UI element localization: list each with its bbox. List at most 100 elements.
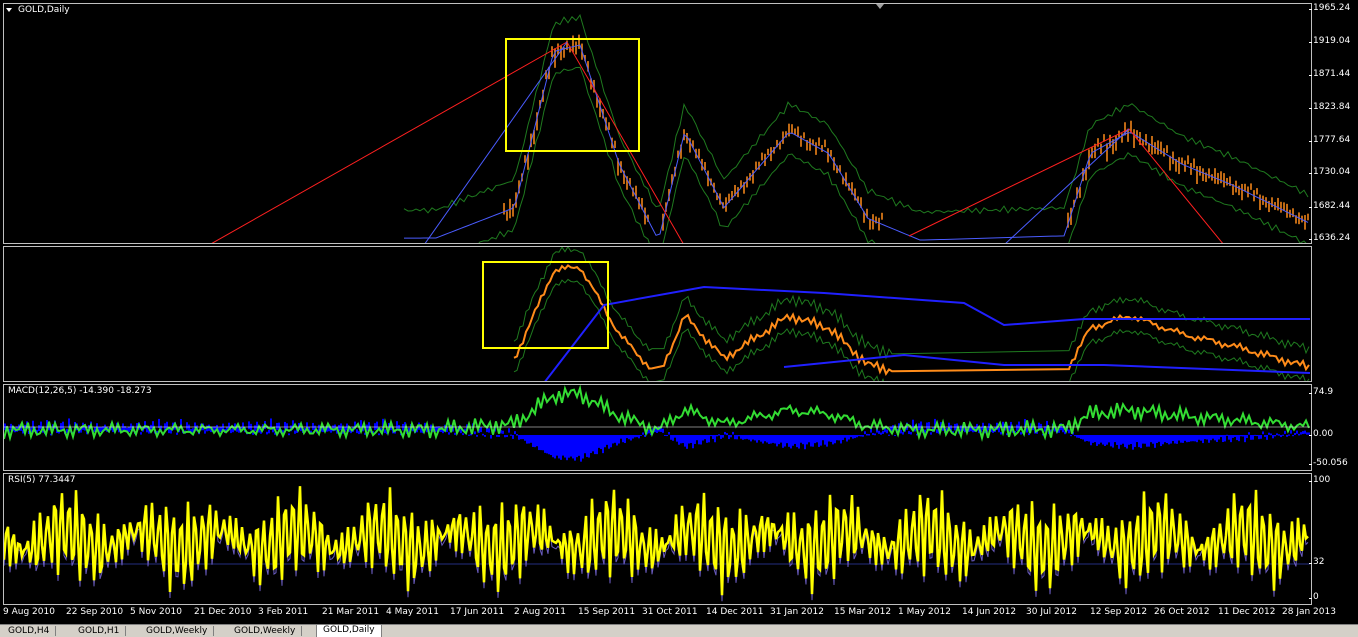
macd-histogram-bar [766,435,768,443]
macd-histogram-bar [762,435,764,444]
macd-histogram-bar [814,435,816,444]
macd-histogram-bar [1186,435,1188,443]
macd-histogram-bar [1192,435,1194,442]
macd-histogram-bar [584,435,586,454]
macd-histogram-bar [742,435,744,440]
rsi-label: RSI(5) 77.3447 [8,475,76,485]
macd-tick: 0.00 [1308,429,1334,439]
macd-histogram-bar [832,435,834,445]
macd-histogram-bar [734,435,736,440]
macd-histogram-bar [1154,435,1156,448]
macd-histogram-bar [358,431,360,435]
macd-histogram-bar [1140,435,1142,449]
rsi-pane[interactable]: RSI(5) 77.3447 [3,473,1312,605]
macd-histogram-bar [1116,435,1118,445]
rsi-scale[interactable]: 100 32 0 [1308,473,1358,605]
macd-histogram-bar [520,435,522,440]
macd-histogram-bar [1234,435,1236,437]
macd-histogram-bar [784,435,786,447]
trend-line-2 [1005,128,1130,243]
macd-histogram-bar [1090,435,1092,446]
macd-histogram-bar [1160,435,1162,447]
macd-pane[interactable]: MACD(12,26,5) -14.390 -18.273 [3,384,1312,471]
chart-shift-marker-icon[interactable] [876,4,884,9]
time-tick: 21 Dec 2010 [194,607,252,617]
macd-histogram-bar [1138,435,1140,448]
macd-histogram-bar [1214,435,1216,441]
macd-histogram-bar [802,435,804,445]
macd-histogram-bar [616,435,618,446]
macd-histogram-bar [1274,435,1276,437]
macd-histogram-bar [1226,434,1228,436]
macd-histogram-bar [1266,435,1268,440]
macd-histogram-bar [556,435,558,456]
time-axis[interactable]: 9 Aug 2010 22 Sep 2010 5 Nov 2010 21 Dec… [0,605,1336,619]
macd-histogram-bar [672,435,674,441]
macd-histogram-bar [566,435,568,461]
macd-histogram-bar [718,434,720,436]
macd-histogram-bar [758,435,760,441]
macd-histogram-bar [454,432,456,435]
macd-histogram-bar [726,433,728,436]
macd-histogram-bar [598,435,600,448]
macd-histogram-bar [774,435,776,444]
macd-histogram-bar [1148,435,1150,447]
macd-histogram-bar [746,435,748,439]
main-price-scale[interactable]: 1965.24 1919.04 1871.44 1823.84 1777.64 … [1308,3,1358,244]
macd-histogram-bar [724,431,726,435]
macd-histogram-bar [1130,435,1132,445]
macd-histogram-bar [1168,435,1170,445]
macd-histogram-bar [866,433,868,436]
macd-histogram-bar [880,432,882,435]
macd-histogram-bar [858,435,860,437]
macd-histogram-bar [1264,435,1266,437]
macd-histogram-bar [270,418,272,428]
time-tick: 5 Nov 2010 [130,607,182,617]
macd-histogram-bar [534,435,536,448]
macd-histogram-bar [1290,430,1292,434]
macd-histogram-bar [146,427,148,433]
tab-gold-daily[interactable]: GOLD,Daily [316,624,382,637]
macd-histogram-bar [1128,435,1130,445]
main-price-pane[interactable]: GOLD,Daily [3,3,1312,244]
price-tick: 1871.44 [1308,69,1351,79]
macd-histogram-bar [1096,435,1098,446]
macd-histogram-bar [1206,435,1208,440]
macd-histogram-bar [536,435,538,447]
macd-histogram-bar [1210,435,1212,441]
macd-histogram-bar [1108,435,1110,443]
chart-menu-arrow-icon[interactable] [6,8,12,12]
macd-histogram-bar [1118,435,1120,449]
chart-window[interactable]: GOLD,Daily MACD(12,26,5) -14.390 -18.273… [0,0,1358,624]
time-tick: 31 Jan 2012 [770,607,824,617]
macd-histogram-bar [590,435,592,454]
macd-histogram-bar [606,435,608,445]
macd-histogram-bar [1190,435,1192,442]
macd-histogram-bar [874,433,876,436]
macd-histogram-bar [610,435,612,448]
macd-histogram-bar [1196,435,1198,443]
macd-histogram-bar [752,435,754,440]
macd-scale[interactable]: 74.9 0.00 -50.056 [1308,384,1358,471]
macd-histogram-bar [772,435,774,443]
macd-histogram-bar [546,435,548,454]
macd-histogram-bar [604,435,606,448]
macd-histogram-bar [1240,435,1242,437]
macd-histogram-bar [706,435,708,443]
highlight-box-indicator [482,261,609,349]
macd-histogram-bar [1292,435,1294,437]
macd-histogram-bar [1152,435,1154,444]
macd-histogram-bar [38,425,40,432]
macd-histogram-bar [1074,435,1076,437]
macd-histogram-bar [476,435,478,437]
macd-histogram-bar [1184,435,1186,441]
indicator-pane[interactable] [3,246,1312,382]
macd-histogram-bar [1276,433,1278,436]
price-tick: 1682.44 [1308,201,1351,211]
macd-histogram-bar [554,435,556,459]
macd-histogram-bar [1288,434,1290,436]
macd-histogram-bar [796,435,798,448]
macd-histogram-bar [288,433,290,436]
macd-histogram-bar [1174,435,1176,444]
macd-histogram-bar [830,435,832,442]
